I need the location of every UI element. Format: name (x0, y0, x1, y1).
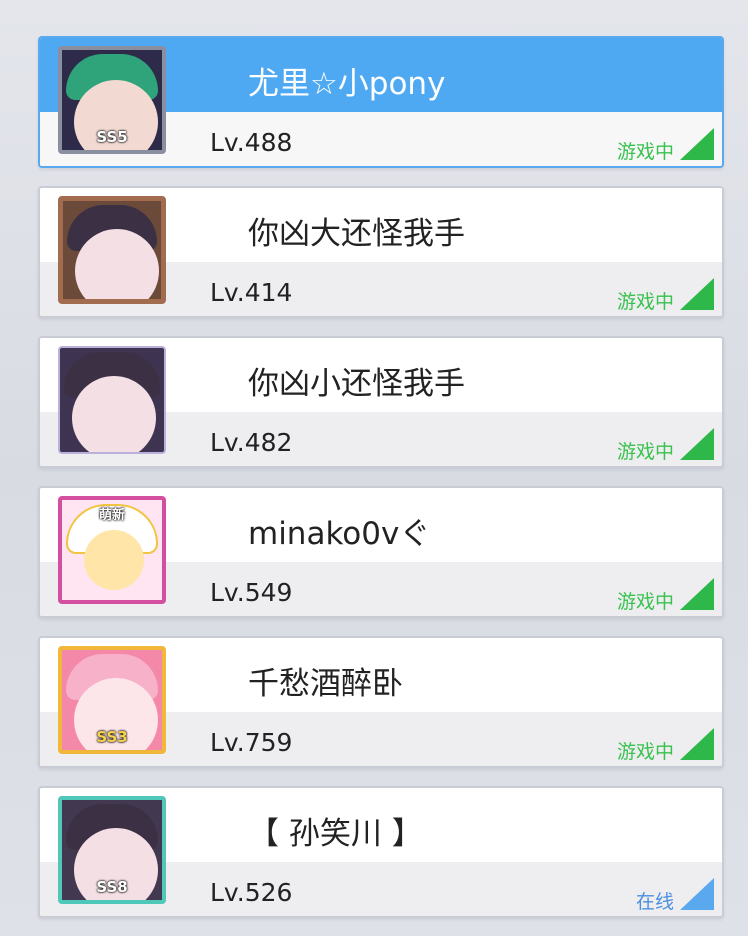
friend-level: Lv.526 (210, 878, 293, 907)
signal-strength-icon (680, 128, 714, 160)
friend-card[interactable]: SS5 尤里☆小pony Lv.488 游戏中 (38, 36, 724, 168)
friend-card[interactable]: 你凶大还怪我手 Lv.414 游戏中 (38, 186, 724, 318)
avatar-rank-badge: SS8 (96, 878, 128, 896)
friend-name: 【 孙笑川 】 (248, 816, 423, 852)
signal-strength-icon (680, 278, 714, 310)
avatar[interactable] (58, 196, 166, 304)
friend-name: 千愁酒醉卧 (248, 666, 403, 702)
avatar[interactable]: SS3 (58, 646, 166, 754)
friend-card[interactable]: SS8 【 孙笑川 】 Lv.526 在线 (38, 786, 724, 918)
friend-list: SS5 尤里☆小pony Lv.488 游戏中 你凶大还怪我手 Lv.414 游… (38, 36, 724, 936)
friend-card[interactable]: SS3 千愁酒醉卧 Lv.759 游戏中 (38, 636, 724, 768)
friend-status: 游戏中 (616, 441, 674, 463)
signal-strength-icon (680, 728, 714, 760)
friend-level: Lv.488 (210, 128, 293, 157)
avatar[interactable]: SS8 (58, 796, 166, 904)
signal-strength-icon (680, 578, 714, 610)
friend-name: 你凶小还怪我手 (248, 366, 465, 402)
friend-level: Lv.759 (210, 728, 293, 757)
friend-name: minako0vぐ (248, 516, 431, 552)
friend-level: Lv.549 (210, 578, 293, 607)
friend-level: Lv.414 (210, 278, 293, 307)
friend-status: 在线 (635, 891, 674, 913)
avatar[interactable]: SS5 (58, 46, 166, 154)
friend-card[interactable]: 萌新 minako0vぐ Lv.549 游戏中 (38, 486, 724, 618)
avatar[interactable] (58, 346, 166, 454)
friend-status: 游戏中 (616, 741, 674, 763)
friend-card[interactable]: 你凶小还怪我手 Lv.482 游戏中 (38, 336, 724, 468)
friend-status: 游戏中 (616, 291, 674, 313)
friend-name: 你凶大还怪我手 (248, 216, 465, 252)
avatar[interactable]: 萌新 (58, 496, 166, 604)
signal-strength-icon (680, 878, 714, 910)
avatar-rank-badge: 萌新 (98, 508, 125, 523)
friend-level: Lv.482 (210, 428, 293, 457)
avatar-rank-badge: SS3 (96, 728, 128, 746)
friend-status: 游戏中 (616, 591, 674, 613)
friend-status: 游戏中 (616, 141, 674, 163)
friend-name: 尤里☆小pony (248, 66, 446, 102)
signal-strength-icon (680, 428, 714, 460)
avatar-rank-badge: SS5 (96, 128, 128, 146)
